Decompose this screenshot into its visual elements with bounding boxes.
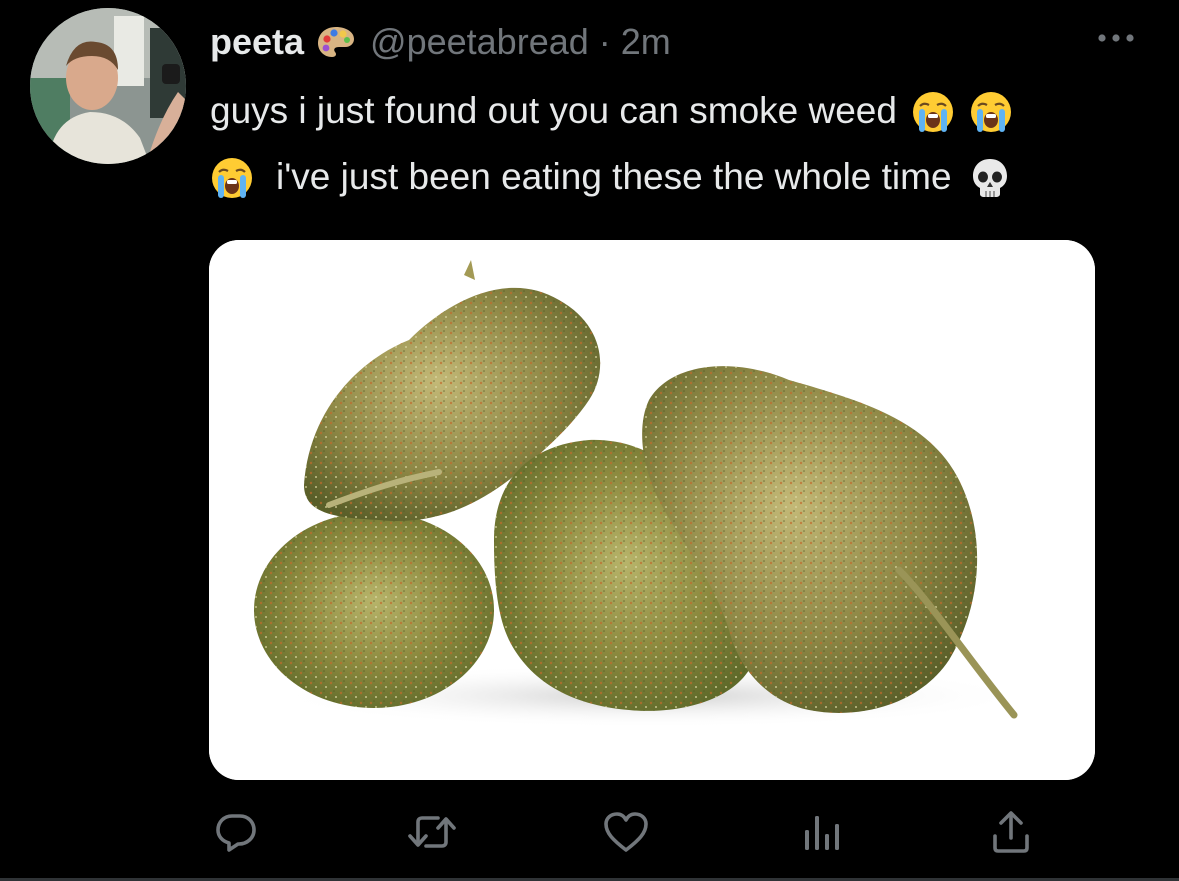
tweet-header: peeta @peetabread · 2m: [210, 20, 671, 64]
tweet-text-line-2: i've just been eating these the whole ti…: [210, 144, 1110, 210]
retweet-icon: [406, 808, 458, 860]
more-horizontal-icon[interactable]: [1096, 30, 1136, 46]
analytics-icon: [798, 808, 844, 860]
artist-palette-icon: [316, 25, 356, 59]
tweet-media-image[interactable]: [209, 240, 1095, 780]
reply-button[interactable]: [210, 808, 262, 860]
analytics-button[interactable]: [795, 808, 847, 860]
retweet-button[interactable]: [406, 808, 458, 860]
tweet-text: guys i just found out you can smoke weed: [210, 78, 1110, 210]
tweet-text-part-1: guys i just found out you can smoke weed: [210, 90, 897, 131]
handle[interactable]: @peetabread: [370, 21, 589, 63]
timestamp[interactable]: 2m: [621, 21, 671, 63]
skull-icon: [968, 155, 1012, 199]
display-name[interactable]: peeta: [210, 21, 304, 63]
loudly-crying-face-icon: [911, 89, 955, 133]
loudly-crying-face-icon: [210, 155, 254, 199]
share-button[interactable]: [985, 808, 1037, 860]
heart-icon: [601, 808, 651, 860]
reply-icon: [212, 808, 260, 860]
loudly-crying-face-icon: [969, 89, 1013, 133]
avatar[interactable]: [30, 8, 186, 164]
tweet: peeta @peetabread · 2m guys i just found…: [0, 0, 1179, 881]
share-icon: [987, 808, 1035, 860]
separator-dot: ·: [598, 21, 611, 62]
tweet-text-line-1: guys i just found out you can smoke weed: [210, 78, 1110, 144]
tweet-actions: [0, 800, 1179, 870]
like-button[interactable]: [600, 808, 652, 860]
tweet-text-part-2: i've just been eating these the whole ti…: [276, 156, 952, 197]
